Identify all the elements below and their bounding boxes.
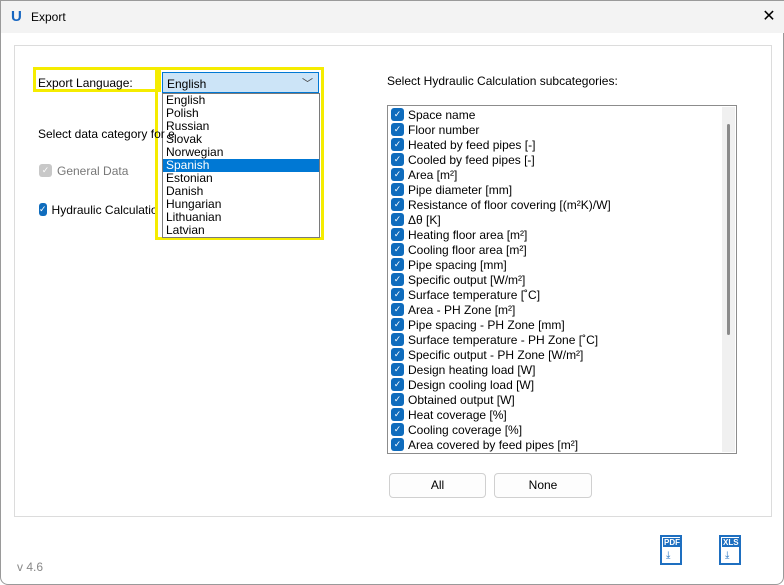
subcategory-label: Pipe diameter [mm] bbox=[408, 182, 513, 197]
subcategory-label: Cooled by feed pipes [-] bbox=[408, 152, 535, 167]
category-label: Select data category for e bbox=[38, 127, 175, 141]
check-icon: ✓ bbox=[391, 213, 404, 226]
check-icon: ✓ bbox=[391, 108, 404, 121]
subcategory-item[interactable]: ✓ Space name bbox=[388, 107, 736, 122]
subcategory-label: Floor number bbox=[408, 122, 480, 137]
app-logo: U bbox=[11, 8, 22, 25]
subcategory-item[interactable]: ✓ Heat coverage [%] bbox=[388, 407, 736, 422]
export-pdf-button[interactable]: PDF ⤓ bbox=[660, 535, 682, 565]
xls-label: XLS bbox=[722, 538, 740, 547]
subcategory-label: Area - PH Zone [m²] bbox=[408, 302, 516, 317]
all-button[interactable]: All bbox=[389, 473, 486, 498]
subcategory-label: Area covered by feed pipes [m²] bbox=[408, 437, 579, 452]
check-icon: ✓ bbox=[391, 303, 404, 316]
general-data-label: General Data bbox=[57, 164, 129, 178]
subcategory-item[interactable]: ✓ Δθ [K] bbox=[388, 212, 736, 227]
subcategory-item[interactable]: ✓ Resistance of floor covering [(m²K)/W] bbox=[388, 197, 736, 212]
check-icon: ✓ bbox=[391, 228, 404, 241]
subcategory-item[interactable]: ✓ Area - PH Zone [m²] bbox=[388, 302, 736, 317]
subcategory-label: Design cooling load [W] bbox=[408, 377, 535, 392]
subcategory-item[interactable]: ✓ Heating floor area [m²] bbox=[388, 227, 736, 242]
subcategory-item[interactable]: ✓ Cooling floor area [m²] bbox=[388, 242, 736, 257]
hydraulic-label: Hydraulic Calculation bbox=[51, 203, 155, 217]
subcategory-label: Obtained output [W] bbox=[408, 392, 515, 407]
check-icon: ✓ bbox=[391, 393, 404, 406]
check-icon: ✓ bbox=[391, 258, 404, 271]
check-icon: ✓ bbox=[391, 183, 404, 196]
subcategory-label: Heat coverage [%] bbox=[408, 407, 507, 422]
subcategory-item[interactable]: ✓ Cooling coverage [%] bbox=[388, 422, 736, 437]
subcategory-list[interactable]: ✓ Space name ✓ Floor number ✓ Heated by feed … bbox=[387, 105, 737, 454]
subcategory-item[interactable]: ✓ Specific output - PH Zone [W/m²] bbox=[388, 347, 736, 362]
pdf-label: PDF bbox=[663, 538, 681, 547]
subcategories-label: Select Hydraulic Calculation subcategori… bbox=[387, 74, 618, 88]
subcategory-label: Δθ [K] bbox=[408, 212, 441, 227]
subcategory-item[interactable]: ✓ Specific output [W/m²] bbox=[388, 272, 736, 287]
hydraulic-checkbox[interactable]: ✓ Hydraulic Calculation bbox=[39, 203, 155, 217]
check-icon: ✓ bbox=[391, 243, 404, 256]
check-icon: ✓ bbox=[391, 348, 404, 361]
subcategory-item[interactable]: ✓ Obtained output [W] bbox=[388, 392, 736, 407]
subcategory-label: Space name bbox=[408, 107, 476, 122]
check-icon: ✓ bbox=[39, 203, 47, 216]
general-data-checkbox: ✓ General Data bbox=[39, 164, 128, 178]
check-icon: ✓ bbox=[391, 288, 404, 301]
export-xls-button[interactable]: XLS ⤓ bbox=[719, 535, 741, 565]
check-icon: ✓ bbox=[391, 273, 404, 286]
subcategory-label: Surface temperature - PH Zone [˚C] bbox=[408, 332, 599, 347]
subcategory-item[interactable]: ✓ Design heating load [W] bbox=[388, 362, 736, 377]
subcategory-label: Cooling floor area [m²] bbox=[408, 242, 527, 257]
check-icon: ✓ bbox=[391, 318, 404, 331]
check-icon: ✓ bbox=[391, 198, 404, 211]
subcategory-item[interactable]: ✓ Cooled by feed pipes [-] bbox=[388, 152, 736, 167]
check-icon: ✓ bbox=[391, 423, 404, 436]
subcategory-label: Pipe spacing [mm] bbox=[408, 257, 507, 272]
check-icon: ✓ bbox=[391, 408, 404, 421]
subcategory-label: Pipe spacing - PH Zone [mm] bbox=[408, 317, 565, 332]
scrollbar-thumb[interactable] bbox=[727, 124, 730, 335]
download-icon: ⤓ bbox=[725, 550, 730, 561]
check-icon: ✓ bbox=[391, 123, 404, 136]
version-label: v 4.6 bbox=[17, 560, 44, 574]
scrollbar[interactable] bbox=[722, 107, 735, 452]
subcategory-item[interactable]: ✓ Pipe spacing [mm] bbox=[388, 257, 736, 272]
subcategory-label: Cooling coverage [%] bbox=[408, 422, 523, 437]
subcategory-label: Area [m²] bbox=[408, 167, 458, 182]
none-button[interactable]: None bbox=[494, 473, 592, 498]
language-option[interactable]: Latvian bbox=[163, 224, 319, 237]
title-bar bbox=[1, 1, 784, 33]
subcategory-label: Design heating load [W] bbox=[408, 362, 536, 377]
check-icon: ✓ bbox=[39, 164, 52, 177]
subcategory-label: Surface temperature [˚C] bbox=[408, 287, 541, 302]
window-title: Export bbox=[31, 10, 66, 24]
check-icon: ✓ bbox=[391, 363, 404, 376]
check-icon: ✓ bbox=[391, 378, 404, 391]
subcategory-item[interactable]: ✓ Pipe spacing - PH Zone [mm] bbox=[388, 317, 736, 332]
subcategory-item[interactable]: ✓ Floor number bbox=[388, 122, 736, 137]
subcategory-label: Specific output - PH Zone [W/m²] bbox=[408, 347, 584, 362]
subcategory-label: Heating floor area [m²] bbox=[408, 227, 528, 242]
subcategory-item[interactable]: ✓ Surface temperature [˚C] bbox=[388, 287, 736, 302]
check-icon: ✓ bbox=[391, 333, 404, 346]
subcategory-item[interactable]: ✓ Pipe diameter [mm] bbox=[388, 182, 736, 197]
subcategory-item[interactable]: ✓ Area [m²] bbox=[388, 167, 736, 182]
language-dropdown-list[interactable]: English Polish Russian Slovak Norwegian Spani… bbox=[162, 93, 320, 238]
check-icon: ✓ bbox=[391, 138, 404, 151]
chevron-down-icon: ﹀ bbox=[302, 78, 313, 90]
close-icon[interactable]: ✕ bbox=[759, 6, 779, 26]
check-icon: ✓ bbox=[391, 168, 404, 181]
language-select[interactable]: English ﹀ bbox=[162, 72, 319, 93]
subcategory-label: Resistance of floor covering [(m²K)/W] bbox=[408, 197, 611, 212]
check-icon: ✓ bbox=[391, 438, 404, 451]
export-language-label: Export Language: bbox=[38, 76, 133, 90]
subcategory-item[interactable]: ✓ Surface temperature - PH Zone [˚C] bbox=[388, 332, 736, 347]
subcategory-item[interactable]: ✓ Area covered by feed pipes [m²] bbox=[388, 437, 736, 452]
subcategory-item[interactable]: ✓ Design cooling load [W] bbox=[388, 377, 736, 392]
subcategory-label: Heated by feed pipes [-] bbox=[408, 137, 536, 152]
subcategory-label: Specific output [W/m²] bbox=[408, 272, 526, 287]
subcategory-item[interactable]: ✓ Heated by feed pipes [-] bbox=[388, 137, 736, 152]
language-selected: English bbox=[167, 77, 207, 91]
download-icon: ⤓ bbox=[666, 550, 671, 561]
check-icon: ✓ bbox=[391, 153, 404, 166]
